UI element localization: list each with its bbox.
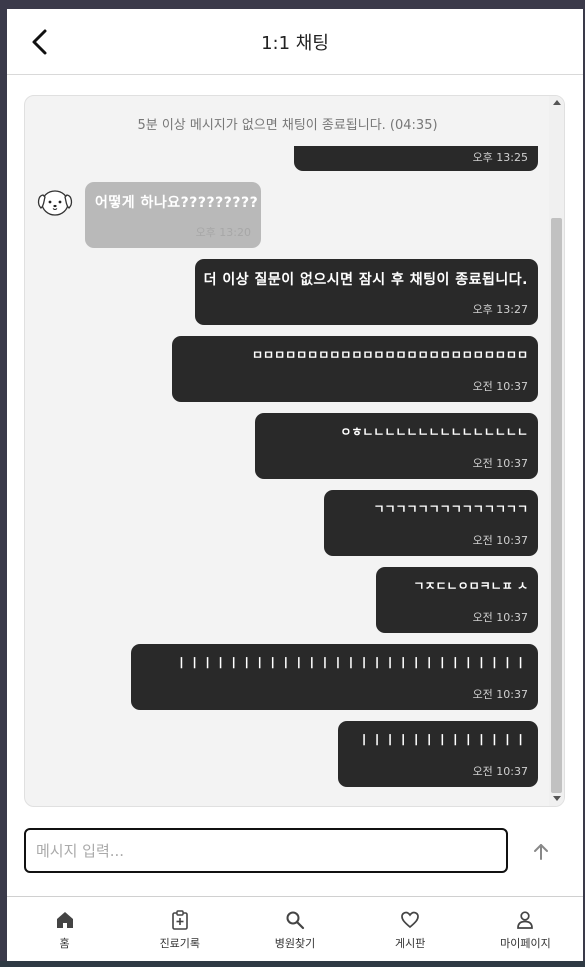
message-time: 오후 13:20 — [195, 226, 251, 239]
message-input[interactable] — [26, 830, 506, 871]
message-time: 오전 10:37 — [472, 611, 528, 624]
message-text: ㄱㄱㄱㄱㄱㄱㄱㄱㄱㄱㄱㄱㄱㄱ — [373, 502, 528, 516]
medical-record-icon — [171, 910, 188, 930]
message-bubble-sent: ㅣㅣㅣㅣㅣㅣㅣㅣㅣㅣㅣㅣㅣ 오전 10:37 — [338, 721, 538, 787]
top-window-bar — [0, 0, 585, 9]
message-time: 오전 10:37 — [472, 457, 528, 470]
message-text: ㄱㅈㄷㄴㅇㅁㅋㄴㅍ ㅅ — [413, 579, 528, 593]
message-bubble-sent: 더 이상 질문이 없으시면 잠시 후 채팅이 종료됩니다. 오후 13:27 — [195, 259, 538, 325]
bottom-nav: 홈 진료기록 병원찾기 게시판 마이페이지 — [7, 896, 583, 961]
message-bubble-sent: ㅇㅎㄴㄴㄴㄴㄴㄴㄴㄴㄴㄴㄴㄴㄴㄴㄴ 오전 10:37 — [255, 413, 538, 479]
chat-screen: 1:1 채팅 5분 이상 메시지가 없으면 채팅이 종료됩니다. (04:35)… — [7, 9, 583, 961]
nav-item-find-hospital[interactable]: 병원찾기 — [237, 897, 352, 961]
message-time: 오후 13:25 — [472, 151, 528, 164]
bottom-window-bar — [0, 961, 585, 967]
nav-item-label: 진료기록 — [159, 937, 201, 950]
search-icon — [286, 911, 305, 930]
message-text: ㅣㅣㅣㅣㅣㅣㅣㅣㅣㅣㅣㅣㅣ — [358, 733, 528, 747]
page-title: 1:1 채팅 — [261, 33, 329, 54]
heart-icon — [401, 911, 420, 929]
message-bubble-sent: 오후 13:25 — [294, 146, 538, 171]
chat-message-list[interactable]: 5분 이상 메시지가 없으면 채팅이 종료됩니다. (04:35) 오후 13:… — [24, 95, 565, 807]
nav-item-home[interactable]: 홈 — [7, 897, 122, 961]
message-text: ㅁㅁㅁㅁㅁㅁㅁㅁㅁㅁㅁㅁㅁㅁㅁㅁㅁㅁㅁㅁㅁㅁㅁㅁㅁ — [251, 348, 528, 362]
nav-item-label: 게시판 — [395, 937, 426, 950]
send-button[interactable] — [529, 840, 553, 864]
arrow-up-icon — [534, 844, 548, 860]
message-text: ㅇㅎㄴㄴㄴㄴㄴㄴㄴㄴㄴㄴㄴㄴㄴㄴㄴ — [340, 425, 528, 439]
message-time: 오전 10:37 — [472, 688, 528, 701]
nav-item-label: 마이페이지 — [500, 937, 551, 950]
scroll-up-arrow-icon[interactable] — [553, 100, 561, 105]
message-time: 오전 10:37 — [472, 380, 528, 393]
dog-avatar-icon — [35, 182, 75, 222]
message-text: 더 이상 질문이 없으시면 잠시 후 채팅이 종료됩니다. — [203, 272, 528, 288]
message-text: ㅣㅣㅣㅣㅣㅣㅣㅣㅣㅣㅣㅣㅣㅣㅣㅣㅣㅣㅣㅣㅣㅣㅣㅣㅣㅣㅣ — [175, 656, 528, 670]
nav-item-medical-records[interactable]: 진료기록 — [122, 897, 237, 961]
message-input-box[interactable] — [24, 828, 508, 873]
message-time: 오후 13:27 — [472, 303, 528, 316]
chat-timeout-notice: 5분 이상 메시지가 없으면 채팅이 종료됩니다. (04:35) — [137, 118, 438, 133]
message-text: 어떻게 하나요????????? — [95, 195, 259, 211]
message-bubble-sent: ㄱㅈㄷㄴㅇㅁㅋㄴㅍ ㅅ 오전 10:37 — [376, 567, 538, 633]
message-bubble-sent: ㅣㅣㅣㅣㅣㅣㅣㅣㅣㅣㅣㅣㅣㅣㅣㅣㅣㅣㅣㅣㅣㅣㅣㅣㅣㅣㅣ 오전 10:37 — [131, 644, 538, 710]
scroll-down-arrow-icon[interactable] — [553, 796, 561, 801]
message-bubble-sent: ㅁㅁㅁㅁㅁㅁㅁㅁㅁㅁㅁㅁㅁㅁㅁㅁㅁㅁㅁㅁㅁㅁㅁㅁㅁ 오전 10:37 — [172, 336, 538, 402]
home-icon — [56, 912, 73, 928]
nav-item-label: 병원찾기 — [274, 937, 316, 950]
nav-item-label: 홈 — [59, 937, 70, 950]
message-time: 오전 10:37 — [472, 534, 528, 547]
nav-item-board[interactable]: 게시판 — [353, 897, 468, 961]
scrollbar-thumb[interactable] — [551, 218, 562, 793]
message-bubble-sent: ㄱㄱㄱㄱㄱㄱㄱㄱㄱㄱㄱㄱㄱㄱ 오전 10:37 — [324, 490, 538, 556]
scrollbar[interactable] — [549, 96, 564, 806]
message-bubble-received: 어떻게 하나요????????? 오후 13:20 — [85, 182, 261, 248]
nav-item-my-page[interactable]: 마이페이지 — [468, 897, 583, 961]
user-icon — [517, 911, 534, 929]
header: 1:1 채팅 — [7, 9, 583, 75]
message-time: 오전 10:37 — [472, 765, 528, 778]
